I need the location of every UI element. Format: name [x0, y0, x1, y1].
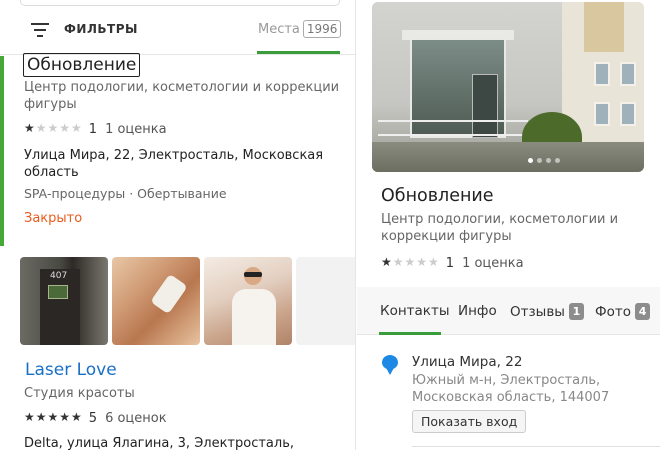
reviews-count[interactable]: 1 оценка: [462, 256, 524, 271]
reviews-count[interactable]: 6 оценок: [105, 411, 167, 426]
contact-area-line1: Южный м-н, Электросталь,: [412, 373, 601, 388]
tab-info-label: Инфо: [458, 303, 497, 319]
reviews-count-badge: 1: [568, 303, 584, 320]
tab-photos[interactable]: Фото 4: [595, 303, 651, 320]
place-category-cont: фигуры: [24, 97, 77, 112]
tab-contacts-label: Контакты: [380, 303, 450, 319]
place-address-cont: область: [24, 165, 79, 180]
rating-value: 1: [88, 122, 98, 137]
tab-reviews-label: Отзывы: [510, 304, 565, 320]
reviews-count[interactable]: 1 оценка: [105, 122, 167, 137]
tab-reviews[interactable]: Отзывы 1: [510, 303, 584, 320]
map-pin-icon: [382, 355, 398, 375]
place-address: Улица Мира, 22, Электросталь, Московская: [24, 148, 324, 163]
place-category: Центр подологии, косметологии и коррекци…: [24, 80, 340, 95]
contact-area: Южный м-н, Электросталь, Московская обла…: [412, 372, 609, 406]
contact-area-line2: Московская область, 144007: [412, 390, 610, 405]
rating-stars: ★★★★★: [24, 121, 83, 135]
places-count-badge: 1996: [302, 20, 342, 38]
filter-icon[interactable]: [31, 23, 49, 37]
place-detail-panel: Обновление Центр подологии, косметологии…: [357, 0, 660, 450]
place-tags: SPA-процедуры · Обертывание: [24, 186, 227, 201]
results-toolbar: ФИЛЬТРЫ Места 1996: [0, 0, 355, 55]
rating-row: ★★★★★ 1 1 оценка: [24, 121, 167, 137]
rating-stars: ★★★★★: [381, 255, 440, 269]
divider: [412, 446, 660, 447]
tab-info[interactable]: Инфо: [458, 303, 497, 319]
status-badge: Закрыто: [24, 211, 83, 226]
tab-places-label: Места: [258, 22, 300, 37]
detail-title: Обновление: [381, 186, 494, 206]
photo-thumbnail[interactable]: [204, 257, 292, 345]
filters-button[interactable]: ФИЛЬТРЫ: [64, 22, 138, 36]
detail-category: Центр подологии, косметологии и коррекци…: [381, 212, 619, 244]
place-title-link[interactable]: Laser Love: [25, 360, 117, 380]
list-item[interactable]: Обновление Центр подологии, косметологии…: [0, 53, 355, 246]
photo-thumbnail[interactable]: [112, 257, 200, 345]
place-address: Delta, улица Ялагина, 3, Электросталь,: [24, 436, 295, 450]
photos-count-badge: 4: [635, 303, 651, 320]
rating-value: 1: [445, 256, 455, 271]
active-tab-indicator: [257, 51, 340, 54]
photo-thumbnail[interactable]: [296, 257, 355, 345]
show-entrance-button[interactable]: Показать вход: [412, 410, 527, 433]
rating-value: 5: [88, 411, 98, 426]
photo-strip: 407: [20, 257, 355, 345]
results-panel: ФИЛЬТРЫ Места 1996 Обновление Центр подол…: [0, 0, 356, 450]
rating-row: ★★★★★ 5 6 оценок: [24, 410, 167, 426]
photo-thumbnail[interactable]: 407: [20, 257, 108, 345]
list-item[interactable]: 407 Laser Love Студия красоты ★★★★★ 5 6 оц…: [0, 246, 355, 450]
rating-stars: ★★★★★: [24, 410, 83, 424]
place-photo[interactable]: [372, 2, 644, 172]
active-tab-indicator: [379, 332, 441, 335]
contact-address: Улица Мира, 22: [412, 354, 523, 370]
search-box-edge: [20, 0, 340, 6]
detail-rating-row: ★★★★★ 1 1 оценка: [381, 255, 524, 271]
place-category: Студия красоты: [24, 386, 135, 401]
tab-places[interactable]: Места 1996: [258, 20, 342, 38]
tab-photos-label: Фото: [595, 304, 632, 320]
tab-contacts[interactable]: Контакты: [380, 303, 449, 319]
place-title[interactable]: Обновление: [23, 53, 141, 77]
door-number: 407: [50, 271, 68, 281]
